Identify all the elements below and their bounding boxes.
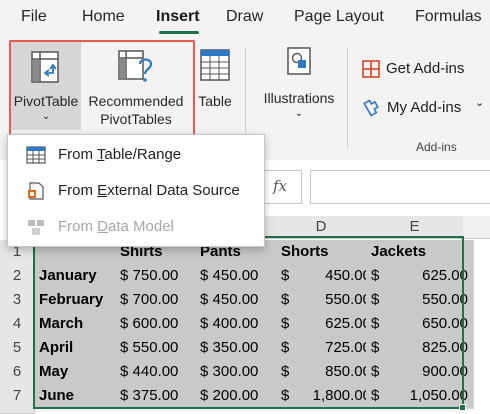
label-part: From [58, 146, 97, 163]
menu-item-label: From Data Model [58, 209, 174, 245]
menu-item-label: From External Data Source [58, 173, 240, 209]
column-header-f[interactable] [463, 216, 490, 239]
table-label: Table [198, 93, 232, 109]
label-part: ata Model [108, 218, 174, 235]
label-part: From [58, 182, 98, 199]
addins-group-label: Add-ins [416, 140, 457, 154]
menu-item-from-data-model: From Data Model [8, 209, 264, 245]
active-tab-indicator [159, 31, 199, 34]
tab-file[interactable]: File [21, 8, 47, 26]
menu-item-label: From Table/Range [58, 137, 181, 173]
chevron-down-icon[interactable]: ⌄ [475, 96, 484, 109]
tab-home[interactable]: Home [82, 8, 125, 26]
illustrations-icon [287, 47, 311, 75]
pivottable-dropdown-menu: From Table/Range From External Data Sour… [7, 134, 265, 247]
row-header[interactable]: 6 [0, 360, 35, 385]
formula-bar: fx [258, 170, 490, 204]
data-model-icon [28, 220, 44, 235]
access-key: D [97, 218, 109, 235]
row-header[interactable]: 3 [0, 288, 35, 313]
highlight-box [9, 40, 195, 136]
external-data-icon [28, 182, 44, 200]
formula-input[interactable] [310, 170, 490, 204]
table-range-icon [26, 146, 46, 164]
tab-formulas[interactable]: Formulas [415, 8, 482, 26]
fill-handle[interactable] [459, 404, 466, 411]
store-icon [362, 60, 380, 78]
row-header[interactable]: 5 [0, 336, 35, 361]
tab-page-layout[interactable]: Page Layout [294, 8, 384, 26]
my-addins-button[interactable]: My Add-ins ⌄ [361, 96, 490, 120]
row-header[interactable] [0, 408, 35, 414]
menu-item-from-external-data-source[interactable]: From External Data Source [8, 173, 264, 209]
table-button[interactable]: Table [194, 42, 236, 130]
tab-insert[interactable]: Insert [156, 8, 200, 26]
get-addins-label: Get Add-ins [386, 60, 465, 77]
group-separator [347, 48, 348, 148]
get-addins-button[interactable]: Get Add-ins [361, 58, 490, 80]
menu-item-from-table-range[interactable]: From Table/Range [8, 137, 264, 173]
label-part: xternal Data Source [107, 182, 240, 199]
selection-border [33, 236, 464, 409]
chevron-down-icon: ⌄ [294, 108, 304, 119]
table-icon [200, 49, 230, 81]
my-addins-label: My Add-ins [387, 99, 462, 116]
access-key: E [97, 182, 108, 199]
row-header[interactable]: 2 [0, 264, 35, 289]
my-addins-icon [363, 99, 379, 117]
group-separator [245, 48, 246, 148]
label-part: From [58, 218, 98, 235]
row-header[interactable]: 7 [0, 384, 35, 409]
illustrations-button[interactable]: Illustrations ⌄ [256, 42, 342, 130]
row-header[interactable]: 4 [0, 312, 35, 337]
tab-draw[interactable]: Draw [226, 8, 263, 26]
label-part: able/Range [104, 146, 182, 163]
